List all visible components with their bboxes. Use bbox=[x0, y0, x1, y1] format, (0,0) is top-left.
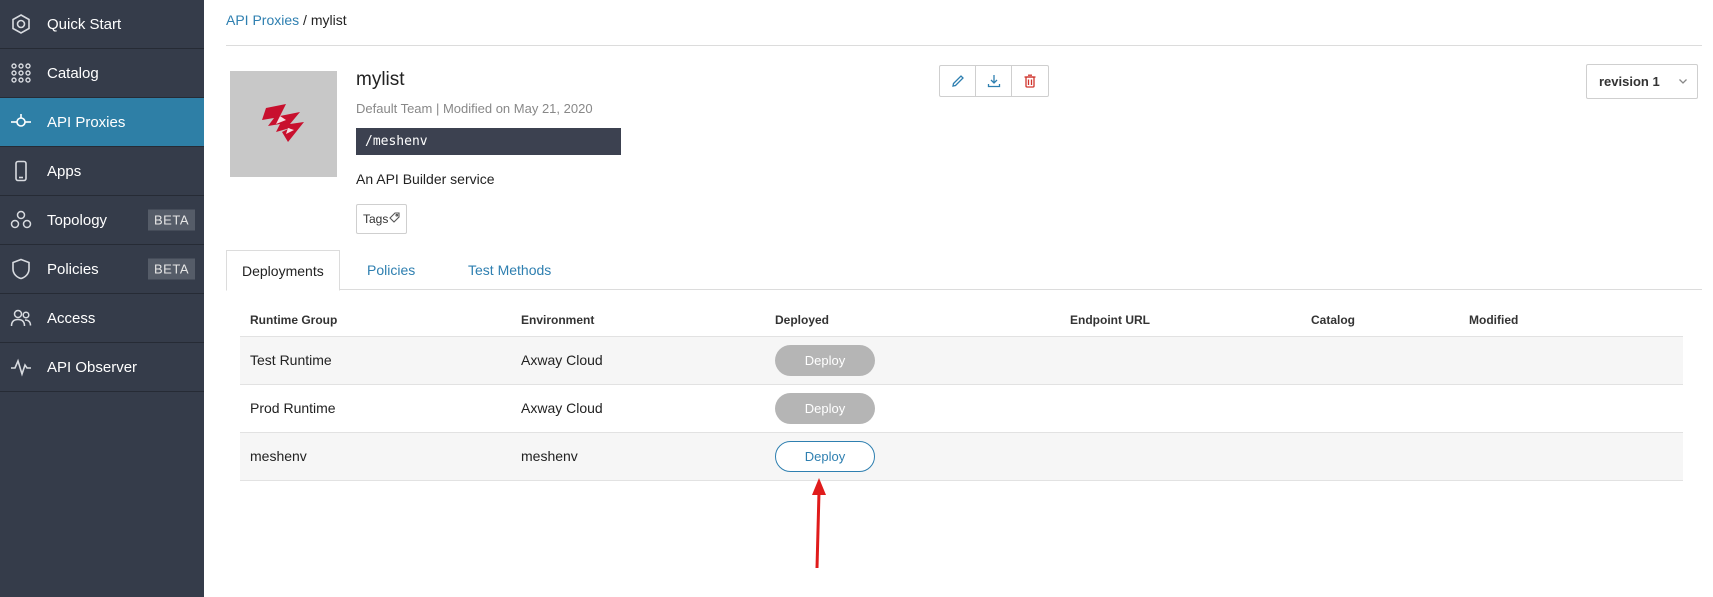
page-title: mylist bbox=[356, 69, 405, 90]
proxy-logo bbox=[230, 71, 337, 177]
deploy-button-disabled: Deploy bbox=[775, 345, 875, 376]
column-header-deployed: Deployed bbox=[775, 313, 830, 327]
cell-environment: Axway Cloud bbox=[521, 352, 603, 368]
proxy-description: An API Builder service bbox=[356, 171, 495, 187]
column-header-environment: Environment bbox=[521, 313, 595, 327]
revision-select[interactable]: revision 1 bbox=[1586, 64, 1698, 99]
proxy-path-text: /meshenv bbox=[365, 134, 428, 149]
deployments-table: Runtime Group Environment Deployed Endpo… bbox=[240, 305, 1683, 481]
sidebar-item-label: Quick Start bbox=[47, 15, 122, 33]
proxy-path: /meshenv bbox=[356, 128, 621, 155]
download-icon bbox=[987, 75, 1000, 88]
tab-bar: Deployments Policies Test Methods bbox=[226, 250, 1702, 291]
sidebar-item-policies[interactable]: Policies BETA bbox=[0, 245, 204, 294]
deploy-button[interactable]: Deploy bbox=[775, 441, 875, 472]
quick-start-icon bbox=[9, 12, 33, 36]
sidebar: Quick Start Catalog API Proxies Apps Top… bbox=[0, 0, 204, 597]
pencil-icon bbox=[951, 75, 964, 87]
chevron-down-icon bbox=[1677, 75, 1689, 90]
breadcrumb: API Proxies / mylist bbox=[226, 12, 347, 28]
annotation-arrow-icon bbox=[812, 478, 826, 569]
table-row: meshenv meshenv Deploy bbox=[240, 433, 1683, 481]
tags-button[interactable]: Tags bbox=[356, 204, 408, 234]
sidebar-item-api-observer[interactable]: API Observer bbox=[0, 343, 204, 392]
sidebar-item-catalog[interactable]: Catalog bbox=[0, 49, 204, 98]
deploy-button-disabled: Deploy bbox=[775, 393, 875, 424]
tab-test-methods[interactable]: Test Methods bbox=[468, 250, 551, 290]
proxy-meta: Default Team | Modified on May 21, 2020 bbox=[356, 101, 593, 116]
sidebar-item-label: Apps bbox=[47, 162, 82, 180]
table-header: Runtime Group Environment Deployed Endpo… bbox=[240, 305, 1683, 337]
breadcrumb-separator: / bbox=[303, 12, 307, 28]
delete-button[interactable] bbox=[1012, 66, 1048, 96]
sidebar-item-label: Policies bbox=[47, 260, 99, 278]
sidebar-item-label: Topology bbox=[47, 211, 108, 229]
breadcrumb-current: mylist bbox=[310, 12, 347, 28]
beta-badge: BETA bbox=[148, 258, 195, 280]
shield-icon bbox=[9, 257, 33, 281]
column-header-catalog: Catalog bbox=[1311, 313, 1356, 327]
phone-icon bbox=[9, 159, 33, 183]
axway-logo-icon bbox=[261, 104, 304, 142]
tab-policies[interactable]: Policies bbox=[367, 250, 415, 290]
sidebar-item-api-proxies[interactable]: API Proxies bbox=[0, 98, 204, 147]
cell-runtime-group: Test Runtime bbox=[250, 352, 332, 368]
cell-runtime-group: meshenv bbox=[250, 448, 307, 464]
catalog-grid-icon bbox=[9, 61, 33, 85]
tag-icon bbox=[389, 212, 400, 226]
cell-environment: meshenv bbox=[521, 448, 578, 464]
table-row: Test Runtime Axway Cloud Deploy bbox=[240, 337, 1683, 385]
cell-runtime-group: Prod Runtime bbox=[250, 400, 336, 416]
topology-icon bbox=[9, 208, 33, 232]
download-button[interactable] bbox=[976, 66, 1012, 96]
tab-deployments[interactable]: Deployments bbox=[226, 250, 340, 291]
main-content: API Proxies / mylist mylist Default Team… bbox=[204, 0, 1713, 597]
cell-environment: Axway Cloud bbox=[521, 400, 603, 416]
users-icon bbox=[9, 306, 33, 330]
sidebar-item-apps[interactable]: Apps bbox=[0, 147, 204, 196]
column-header-modified: Modified bbox=[1469, 313, 1519, 327]
revision-value: revision 1 bbox=[1599, 74, 1660, 89]
divider bbox=[226, 45, 1702, 46]
beta-badge: BETA bbox=[148, 209, 195, 231]
sidebar-item-label: Catalog bbox=[47, 64, 99, 82]
sidebar-item-label: Access bbox=[47, 309, 96, 327]
sidebar-item-topology[interactable]: Topology BETA bbox=[0, 196, 204, 245]
column-header-endpoint-url: Endpoint URL bbox=[1070, 313, 1150, 327]
proxy-actions bbox=[939, 65, 1049, 97]
api-proxies-icon bbox=[9, 110, 33, 134]
tags-label: Tags bbox=[363, 212, 389, 226]
table-row: Prod Runtime Axway Cloud Deploy bbox=[240, 385, 1683, 433]
sidebar-item-quick-start[interactable]: Quick Start bbox=[0, 0, 204, 49]
breadcrumb-link-api-proxies[interactable]: API Proxies bbox=[226, 12, 299, 28]
sidebar-item-label: API Proxies bbox=[47, 113, 126, 131]
pulse-icon bbox=[9, 355, 33, 379]
trash-icon bbox=[1024, 74, 1036, 88]
edit-button[interactable] bbox=[940, 66, 976, 96]
sidebar-item-access[interactable]: Access bbox=[0, 294, 204, 343]
column-header-runtime-group: Runtime Group bbox=[250, 313, 338, 327]
sidebar-item-label: API Observer bbox=[47, 358, 138, 376]
